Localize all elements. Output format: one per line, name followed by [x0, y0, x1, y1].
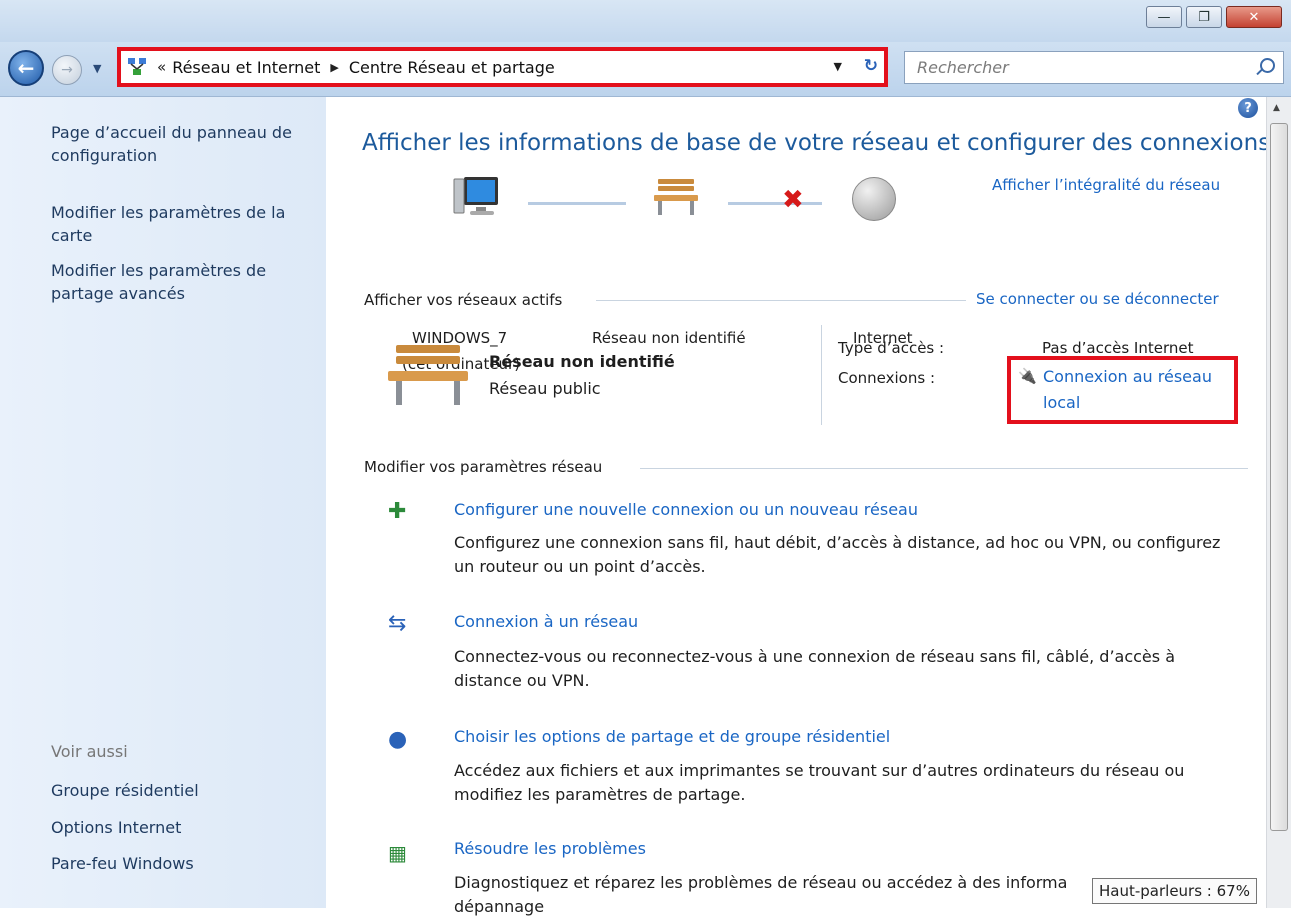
restore-button[interactable]: ❐: [1186, 6, 1222, 28]
access-type-label: Type d’accès :: [838, 339, 945, 357]
computer-icon: [452, 173, 502, 225]
sidebar-link-advanced-sharing[interactable]: Modifier les paramètres de partage avanc…: [51, 259, 316, 305]
page-title: Afficher les informations de base de vot…: [362, 130, 1271, 156]
sidebar-link-adapter-settings[interactable]: Modifier les paramètres de la carte: [51, 201, 316, 247]
connections-label: Connexions :: [838, 369, 935, 387]
see-also-label: Voir aussi: [51, 742, 128, 761]
homegroup-sharing-icon: ●: [388, 727, 408, 752]
scrollbar-thumb[interactable]: [1270, 123, 1288, 831]
help-icon[interactable]: ?: [1238, 98, 1258, 118]
connect-disconnect-link[interactable]: Se connecter ou se déconnecter: [976, 290, 1219, 308]
change-settings-heading: Modifier vos paramètres réseau: [364, 458, 603, 476]
change-settings-rule: [640, 468, 1248, 469]
active-network-bench-icon: [386, 343, 470, 411]
minimize-button[interactable]: —: [1146, 6, 1182, 28]
task-troubleshoot-link[interactable]: Résoudre les problèmes: [454, 839, 646, 858]
map-network-name[interactable]: Réseau non identifié: [592, 329, 746, 347]
task-sharing-options-link[interactable]: Choisir les options de partage et de gro…: [454, 727, 890, 746]
network-location-icon: [127, 57, 147, 77]
sidebar-link-firewall[interactable]: Pare-feu Windows: [51, 852, 194, 875]
task-troubleshoot-desc-cont: dépannage: [454, 897, 545, 916]
sidebar-link-internet-options[interactable]: Options Internet: [51, 816, 181, 839]
back-button[interactable]: ←: [8, 50, 44, 86]
task-connect-network-desc: Connectez-vous ou reconnectez-vous à une…: [454, 647, 1175, 690]
breadcrumb-reseau-internet[interactable]: Réseau et Internet: [172, 58, 320, 77]
view-full-map-link[interactable]: Afficher l’intégralité du réseau: [992, 176, 1220, 194]
connection-line-1: [528, 202, 626, 205]
active-networks-heading: Afficher vos réseaux actifs: [364, 291, 563, 309]
arrow-left-icon: ←: [17, 56, 35, 80]
main-content: Afficher les informations de base de vot…: [326, 97, 1270, 916]
vertical-scrollbar[interactable]: ▲: [1266, 97, 1291, 908]
bench-icon: [652, 177, 700, 221]
arrow-right-icon: →: [61, 62, 73, 78]
active-network-type[interactable]: Réseau public: [489, 379, 601, 398]
troubleshoot-icon: ▦: [388, 841, 407, 865]
history-dropdown-icon[interactable]: ▼: [93, 62, 101, 75]
new-connection-icon: ✚: [388, 499, 407, 524]
task-new-connection-link[interactable]: Configurer une nouvelle connexion ou un …: [454, 500, 918, 519]
vertical-divider: [821, 325, 822, 425]
task-sharing-options-desc: Accédez aux fichiers et aux imprimantes …: [454, 761, 1185, 804]
breadcrumb-centre-reseau[interactable]: Centre Réseau et partage: [349, 58, 555, 77]
active-networks-rule: [596, 300, 966, 301]
title-bar: [0, 0, 1291, 42]
close-button[interactable]: ✕: [1226, 6, 1282, 28]
address-dropdown-icon[interactable]: ▼: [834, 60, 842, 73]
highlight-box: [1007, 356, 1238, 424]
search-input[interactable]: Rechercher: [904, 51, 1284, 84]
disconnected-x-icon: ✖: [782, 185, 804, 215]
breadcrumb-separator-icon[interactable]: ▶: [330, 61, 338, 74]
task-troubleshoot-desc: Diagnostiquez et réparez les problèmes d…: [454, 873, 1068, 892]
connect-network-icon: ⇆: [388, 611, 407, 636]
search-placeholder: Rechercher: [917, 58, 1009, 77]
forward-button[interactable]: →: [52, 55, 82, 85]
globe-icon: [852, 177, 896, 221]
task-new-connection-desc: Configurez une connexion sans fil, haut …: [454, 533, 1221, 576]
breadcrumb-overflow-chevron[interactable]: «: [157, 58, 166, 76]
active-network-name: Réseau non identifié: [489, 352, 675, 371]
refresh-icon[interactable]: ↻: [864, 56, 878, 76]
volume-tooltip: Haut-parleurs : 67%: [1092, 878, 1257, 904]
sidebar-link-control-panel-home[interactable]: Page d’accueil du panneau de configurati…: [51, 121, 316, 167]
sidebar-link-homegroup[interactable]: Groupe résidentiel: [51, 779, 199, 802]
scroll-up-icon[interactable]: ▲: [1273, 103, 1280, 113]
task-connect-network-link[interactable]: Connexion à un réseau: [454, 612, 638, 631]
search-icon[interactable]: [1260, 58, 1275, 73]
address-bar[interactable]: « Réseau et Internet ▶ Centre Réseau et …: [117, 47, 888, 87]
connection-line-2: [728, 202, 822, 205]
access-type-value: Pas d’accès Internet: [1042, 339, 1194, 357]
